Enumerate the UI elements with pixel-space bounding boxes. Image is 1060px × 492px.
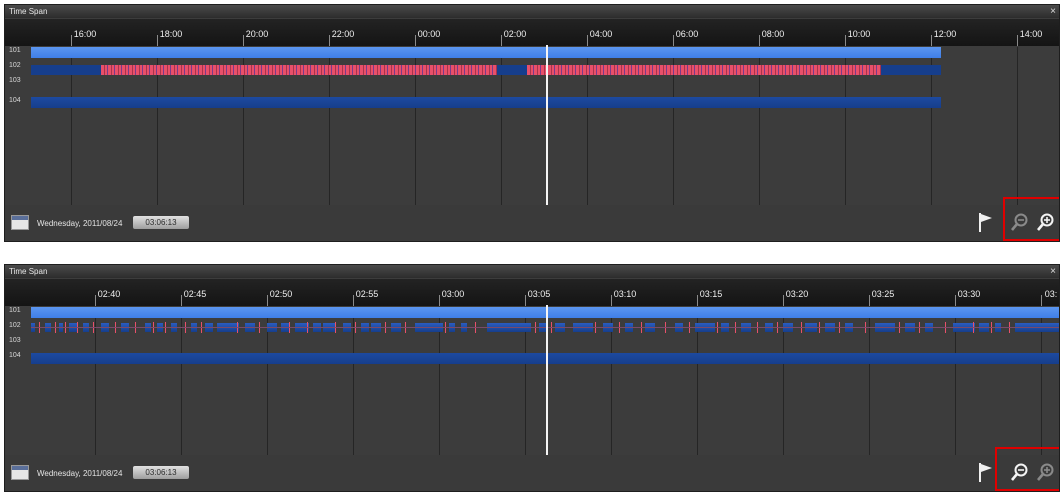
tick-label: 02:40 bbox=[97, 289, 121, 299]
ruler-tick bbox=[869, 295, 870, 306]
tick-label: 03:10 bbox=[613, 289, 637, 299]
time-span-panel-zoomed: Time Span × 02:40 02:45 02:50 02:55 03:0… bbox=[4, 264, 1060, 492]
tick-label: 16:00 bbox=[73, 29, 97, 39]
tick-label: 03:15 bbox=[699, 289, 723, 299]
grid-line bbox=[353, 307, 354, 457]
tick-label: 03:20 bbox=[785, 289, 809, 299]
ruler-tick bbox=[931, 35, 932, 46]
ruler-tick bbox=[243, 35, 244, 46]
ruler-tick bbox=[845, 35, 846, 46]
panel-title: Time Span bbox=[5, 265, 1059, 278]
ruler-tick bbox=[1041, 295, 1042, 306]
channel-label-101: 101 bbox=[9, 307, 21, 314]
tick-label: 06:00 bbox=[675, 29, 699, 39]
tick-label: 18:00 bbox=[159, 29, 183, 39]
event-segment bbox=[101, 65, 497, 75]
ruler-tick bbox=[587, 35, 588, 46]
tick-label: 02:50 bbox=[269, 289, 293, 299]
grid-line bbox=[181, 307, 182, 457]
panel-title: Time Span bbox=[5, 5, 1059, 18]
close-icon[interactable]: × bbox=[1050, 5, 1056, 18]
ruler-tick bbox=[181, 295, 182, 306]
track-104 bbox=[31, 97, 941, 108]
tick-label: 03: bbox=[1044, 289, 1058, 299]
tick-label: 03:30 bbox=[957, 289, 981, 299]
panel-footer: Wednesday, 2011/08/24 03:06:13 bbox=[5, 447, 1059, 491]
tick-label: 02:55 bbox=[355, 289, 379, 299]
date-label: Wednesday, 2011/08/24 bbox=[37, 469, 123, 478]
tick-label: 20:00 bbox=[245, 29, 269, 39]
playhead bbox=[546, 305, 548, 457]
ruler-tick bbox=[329, 35, 330, 46]
ruler-tick bbox=[267, 295, 268, 306]
tick-label: 02:00 bbox=[503, 29, 527, 39]
event-segment bbox=[527, 65, 881, 75]
ruler-tick bbox=[95, 295, 96, 306]
ruler-tick bbox=[71, 35, 72, 46]
channel-label-104: 104 bbox=[9, 352, 21, 359]
flag-icon[interactable] bbox=[977, 211, 993, 233]
ruler-tick bbox=[955, 295, 956, 306]
zoom-highlight-box bbox=[1003, 197, 1059, 241]
track-101 bbox=[31, 47, 941, 58]
tick-label: 12:00 bbox=[933, 29, 957, 39]
track-102-base bbox=[31, 65, 101, 75]
playhead bbox=[546, 45, 548, 205]
time-ruler[interactable]: 02:40 02:45 02:50 02:55 03:00 03:05 03:1… bbox=[5, 279, 1059, 306]
channel-label-101: 101 bbox=[9, 47, 21, 54]
channel-label-103: 103 bbox=[9, 77, 21, 84]
ruler-tick bbox=[525, 295, 526, 306]
grid-line bbox=[95, 307, 96, 457]
grid-line bbox=[869, 307, 870, 457]
time-span-panel-overview: Time Span × 16:00 18:00 20:00 22:00 00:0… bbox=[4, 4, 1060, 242]
date-label: Wednesday, 2011/08/24 bbox=[37, 219, 123, 228]
close-icon[interactable]: × bbox=[1050, 265, 1056, 278]
track-102-base bbox=[881, 65, 941, 75]
grid-line bbox=[1017, 47, 1018, 205]
ruler-tick bbox=[439, 295, 440, 306]
tick-label: 08:00 bbox=[761, 29, 785, 39]
tick-label: 22:00 bbox=[331, 29, 355, 39]
channel-label-103: 103 bbox=[9, 337, 21, 344]
time-field[interactable]: 03:06:13 bbox=[133, 466, 189, 479]
track-102-base bbox=[497, 65, 527, 75]
zoom-highlight-box bbox=[995, 447, 1059, 491]
calendar-icon[interactable] bbox=[11, 465, 29, 480]
tick-label: 04:00 bbox=[589, 29, 613, 39]
tick-label: 14:00 bbox=[1019, 29, 1043, 39]
ruler-tick bbox=[415, 35, 416, 46]
ruler-tick bbox=[759, 35, 760, 46]
ruler-tick bbox=[697, 295, 698, 306]
ruler-tick bbox=[353, 295, 354, 306]
channel-label-102: 102 bbox=[9, 62, 21, 69]
panel-footer: Wednesday, 2011/08/24 03:06:13 bbox=[5, 197, 1059, 241]
tick-label: 03:05 bbox=[527, 289, 551, 299]
ruler-tick bbox=[501, 35, 502, 46]
ruler-tick bbox=[783, 295, 784, 306]
tick-label: 03:25 bbox=[871, 289, 895, 299]
calendar-icon[interactable] bbox=[11, 215, 29, 230]
ruler-tick bbox=[673, 35, 674, 46]
channel-label-104: 104 bbox=[9, 97, 21, 104]
ruler-tick bbox=[157, 35, 158, 46]
ruler-tick bbox=[611, 295, 612, 306]
time-field[interactable]: 03:06:13 bbox=[133, 216, 189, 229]
tick-label: 10:00 bbox=[847, 29, 871, 39]
tick-label: 00:00 bbox=[417, 29, 441, 39]
tick-label: 03:00 bbox=[441, 289, 465, 299]
channel-label-102: 102 bbox=[9, 322, 21, 329]
tick-label: 02:45 bbox=[183, 289, 207, 299]
ruler-tick bbox=[1017, 35, 1018, 46]
flag-icon[interactable] bbox=[977, 461, 993, 483]
time-ruler[interactable]: 16:00 18:00 20:00 22:00 00:00 02:00 04:0… bbox=[5, 19, 1059, 46]
